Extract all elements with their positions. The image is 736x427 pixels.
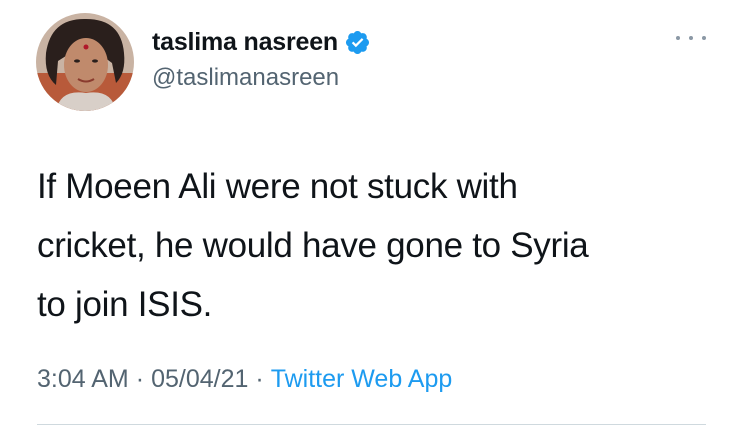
- tweet-date[interactable]: 05/04/21: [151, 365, 248, 394]
- verified-badge-icon: [344, 29, 371, 56]
- dot: [689, 36, 693, 40]
- dot: [676, 36, 680, 40]
- divider: [37, 424, 706, 425]
- avatar-image: [36, 13, 134, 111]
- avatar[interactable]: [36, 13, 134, 111]
- tweet-card: taslima nasreen @taslimanasreen If Moeen…: [0, 0, 736, 427]
- display-name[interactable]: taslima nasreen: [152, 28, 338, 57]
- meta-separator: ·: [135, 365, 145, 393]
- meta-separator: ·: [255, 365, 264, 393]
- tweet-metadata: 3:04 AM · 05/04/21 · Twitter Web App: [37, 365, 452, 394]
- dot: [702, 36, 706, 40]
- username-handle[interactable]: @taslimanasreen: [152, 64, 339, 92]
- tweet-source-link[interactable]: Twitter Web App: [271, 365, 453, 394]
- tweet-time[interactable]: 3:04 AM: [37, 365, 129, 394]
- author-name-row[interactable]: taslima nasreen: [152, 28, 371, 57]
- tweet-text: If Moeen Ali were not stuck with cricket…: [37, 167, 589, 324]
- more-options-icon[interactable]: [676, 28, 706, 48]
